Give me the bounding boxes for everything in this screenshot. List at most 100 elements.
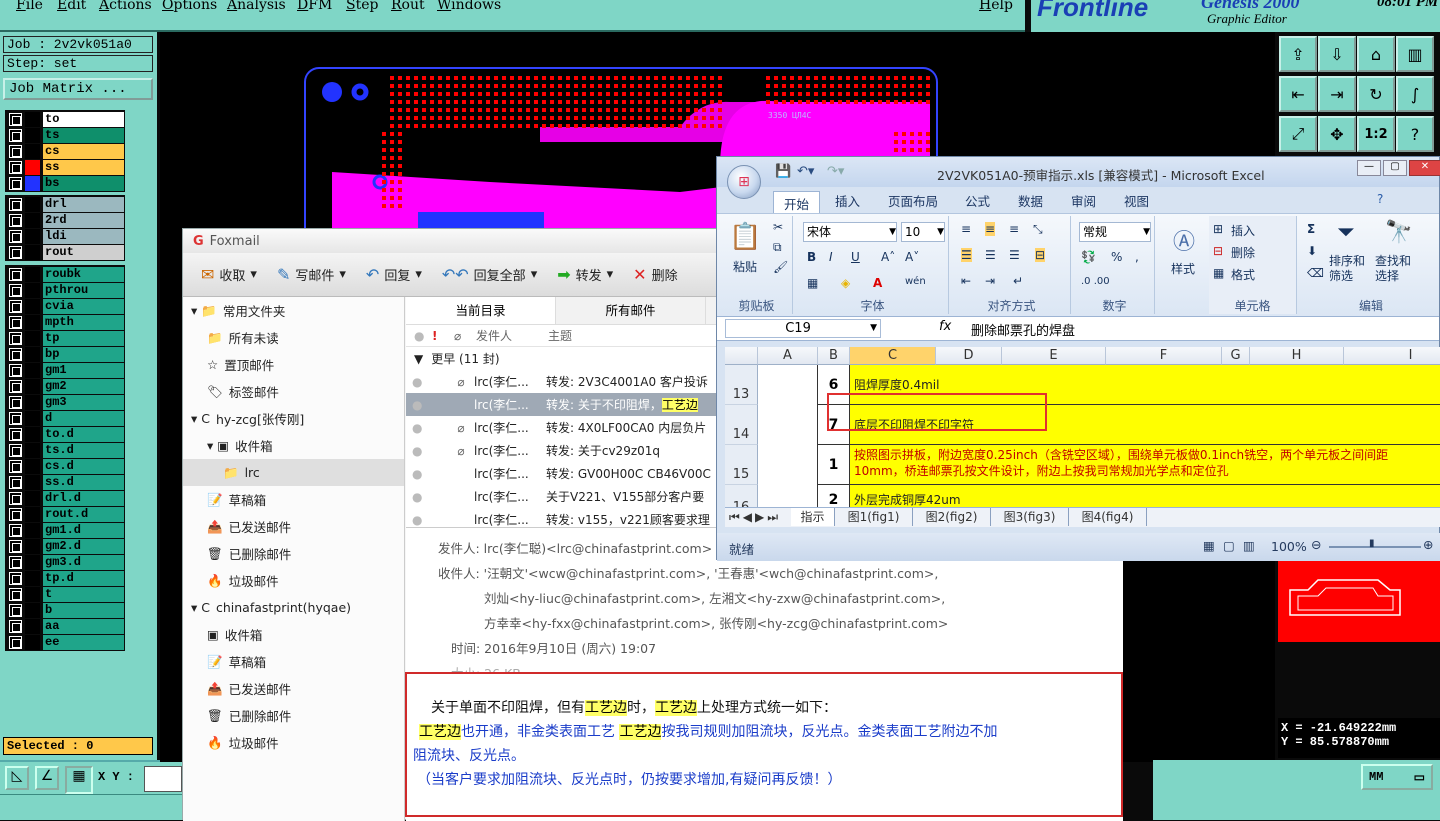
underline-icon[interactable]: U: [851, 250, 860, 264]
layer-row[interactable]: to: [6, 111, 124, 127]
layer-checkbox[interactable]: [9, 176, 22, 190]
find-select-button[interactable]: 查找和 选择: [1375, 254, 1411, 284]
layer-checkbox[interactable]: [9, 160, 22, 174]
align-center-icon[interactable]: ☰: [985, 248, 996, 262]
wrap-text-icon[interactable]: ↵: [1013, 274, 1023, 288]
cut-icon[interactable]: ✂: [773, 220, 783, 234]
menu-options[interactable]: Options: [162, 0, 217, 13]
zoom-slider-thumb[interactable]: ▮: [1369, 538, 1375, 549]
quick-access-save-icon[interactable]: 💾: [775, 164, 791, 179]
layer-row[interactable]: drl: [6, 196, 124, 212]
window-icon[interactable]: ▥: [1396, 36, 1434, 72]
layer-name[interactable]: to.d: [43, 426, 124, 442]
layer-checkbox[interactable]: [9, 283, 22, 297]
layer-checkbox[interactable]: [9, 443, 22, 457]
grow-font-icon[interactable]: A˄: [881, 250, 895, 264]
menu-rout[interactable]: Rout: [391, 0, 425, 13]
row-header[interactable]: 13: [725, 365, 758, 405]
layer-row[interactable]: drl.d: [6, 490, 124, 506]
layer-row[interactable]: bs: [6, 175, 124, 191]
layer-name[interactable]: to: [43, 111, 124, 127]
folder-item[interactable]: ☆ 置顶邮件: [183, 351, 404, 378]
minimize-button[interactable]: —: [1357, 160, 1381, 176]
layer-name[interactable]: t: [43, 586, 124, 602]
formula-input[interactable]: 删除邮票孔的焊盘: [971, 320, 1075, 339]
format-cells-button[interactable]: 格式: [1231, 266, 1255, 283]
row-header[interactable]: 16: [725, 485, 758, 507]
angle-icon[interactable]: ∠: [35, 766, 59, 790]
column-header-e[interactable]: E: [1002, 347, 1106, 365]
column-header-a[interactable]: A: [758, 347, 818, 365]
row-header[interactable]: 14: [725, 405, 758, 445]
tab-current-folder[interactable]: 当前目录: [406, 297, 556, 324]
sheet-tab[interactable]: 图2(fig2): [913, 508, 991, 526]
layer-row[interactable]: ldi: [6, 228, 124, 244]
layer-checkbox[interactable]: [9, 347, 22, 361]
worksheet-grid[interactable]: ABCDEFGHI 13 6 阻焊厚度0.4mil 14 7 底层不印阻焊不印字符 15 1 按…: [725, 347, 1440, 507]
layer-name[interactable]: gm1.d: [43, 522, 124, 538]
column-header-c[interactable]: C: [850, 347, 936, 365]
folder-item[interactable]: 🔥 垃圾邮件: [183, 729, 404, 756]
layer-name[interactable]: roubk: [43, 266, 124, 282]
fill-color-icon[interactable]: ◈: [841, 276, 850, 290]
layer-checkbox[interactable]: [9, 507, 22, 521]
layer-name[interactable]: drl: [43, 196, 124, 212]
layer-row[interactable]: rout.d: [6, 506, 124, 522]
layer-checkbox[interactable]: [9, 635, 22, 649]
menu-windows[interactable]: Windows: [437, 0, 501, 13]
find-select-icon[interactable]: 🔭: [1385, 220, 1412, 245]
bold-icon[interactable]: B: [807, 250, 816, 264]
layer-checkbox[interactable]: [9, 523, 22, 537]
layer-checkbox[interactable]: [9, 331, 22, 345]
menu-actions[interactable]: Actions: [99, 0, 152, 13]
sort-filter-button[interactable]: 排序和 筛选: [1329, 254, 1365, 284]
insert-function-icon[interactable]: fx: [939, 319, 951, 334]
normal-view-icon[interactable]: ▦: [1203, 538, 1215, 553]
folder-item[interactable]: ▾ C chinafastprint(hyqae): [183, 594, 404, 621]
delete-button[interactable]: ✕ 删除: [633, 265, 677, 284]
layer-name[interactable]: tp: [43, 330, 124, 346]
layer-name[interactable]: pthrou: [43, 282, 124, 298]
column-header-d[interactable]: D: [936, 347, 1002, 365]
sort-filter-icon[interactable]: ⏷: [1337, 220, 1355, 245]
folder-item[interactable]: 🗑 已删除邮件: [183, 540, 404, 567]
clear-icon[interactable]: ⌫: [1307, 266, 1324, 280]
layer-row[interactable]: ee: [6, 634, 124, 650]
shrink-font-icon[interactable]: A˅: [905, 250, 919, 264]
layer-row[interactable]: t: [6, 586, 124, 602]
receive-button[interactable]: ✉ 收取 ▾: [201, 265, 257, 284]
folder-item[interactable]: ▣ 收件箱: [183, 621, 404, 648]
layer-checkbox[interactable]: [9, 229, 22, 243]
layer-row[interactable]: b: [6, 602, 124, 618]
column-header-b[interactable]: B: [818, 347, 850, 365]
insert-cells-button[interactable]: 插入: [1231, 222, 1255, 239]
save-icon[interactable]: ⇩: [1318, 36, 1356, 72]
col-subject[interactable]: 主题: [548, 327, 572, 344]
layer-row[interactable]: gm3.d: [6, 554, 124, 570]
folder-item[interactable]: 📝 草稿箱: [183, 486, 404, 513]
layer-name[interactable]: gm1: [43, 362, 124, 378]
tab-all-mail[interactable]: 所有邮件: [556, 297, 706, 324]
layer-checkbox[interactable]: [9, 315, 22, 329]
layer-row[interactable]: pthrou: [6, 282, 124, 298]
menu-step[interactable]: Step: [346, 0, 378, 13]
increase-indent-icon[interactable]: ⇥: [985, 274, 995, 288]
zoom-level[interactable]: 100%: [1271, 539, 1307, 554]
redraw-icon[interactable]: ↻: [1357, 76, 1395, 112]
zoom-center-icon[interactable]: ✥: [1318, 116, 1356, 152]
layer-row[interactable]: gm1.d: [6, 522, 124, 538]
undo-icon[interactable]: ↶▾: [797, 164, 814, 179]
menu-analysis[interactable]: Analysis: [227, 0, 286, 13]
layer-name[interactable]: gm2.d: [43, 538, 124, 554]
layer-name[interactable]: aa: [43, 618, 124, 634]
paste-button[interactable]: 粘贴: [733, 258, 757, 275]
cell-b-number[interactable]: 1: [818, 445, 850, 485]
font-name-select[interactable]: 宋体 ▼: [803, 222, 897, 242]
tab-page-layout[interactable]: 页面布局: [888, 191, 938, 210]
folder-item[interactable]: ▾ 📁 常用文件夹: [183, 297, 404, 324]
tab-insert[interactable]: 插入: [835, 191, 860, 210]
layer-checkbox[interactable]: [9, 245, 22, 259]
comma-icon[interactable]: ,: [1135, 250, 1139, 264]
format-cells-icon[interactable]: ▦: [1213, 266, 1224, 280]
xy-input[interactable]: [144, 766, 182, 792]
